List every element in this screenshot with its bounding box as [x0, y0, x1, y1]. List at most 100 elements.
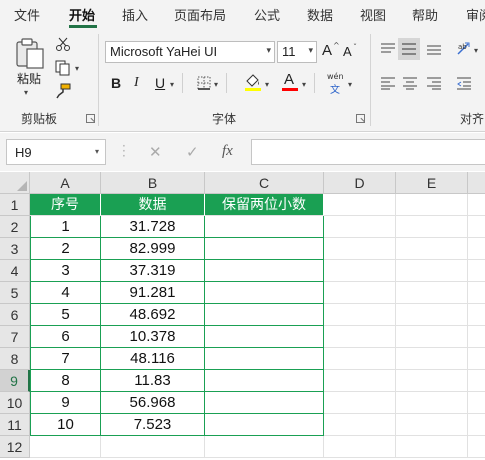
table-cell-b8[interactable]: 48.116 — [101, 348, 205, 370]
cell-c12[interactable] — [205, 436, 324, 458]
cell-f9[interactable] — [468, 370, 485, 392]
cell-d6[interactable] — [324, 304, 396, 326]
cell-e8[interactable] — [396, 348, 468, 370]
tab-data[interactable]: 数据 — [307, 5, 333, 24]
bold-button[interactable]: B — [111, 75, 121, 91]
align-bottom-icon[interactable] — [426, 42, 442, 56]
cell-f12[interactable] — [468, 436, 485, 458]
font-name-combo[interactable]: Microsoft YaHei UI ▾ — [105, 41, 275, 63]
cell-e3[interactable] — [396, 238, 468, 260]
row-header-12[interactable]: 12 — [0, 436, 30, 458]
cell-e12[interactable] — [396, 436, 468, 458]
enter-icon[interactable]: ✓ — [186, 143, 199, 161]
borders-dropdown[interactable]: ▾ — [214, 80, 218, 89]
table-cell-a10[interactable]: 9 — [30, 392, 101, 414]
table-cell-a8[interactable]: 7 — [30, 348, 101, 370]
cell-f10[interactable] — [468, 392, 485, 414]
table-cell-a7[interactable]: 6 — [30, 326, 101, 348]
table-cell-b4[interactable]: 37.319 — [101, 260, 205, 282]
align-right-icon[interactable] — [426, 76, 442, 90]
cell-d12[interactable] — [324, 436, 396, 458]
row-header-6[interactable]: 6 — [0, 304, 30, 326]
cell-e10[interactable] — [396, 392, 468, 414]
underline-button[interactable]: U — [155, 75, 165, 91]
table-cell-c4[interactable] — [205, 260, 324, 282]
format-painter-icon[interactable] — [55, 83, 71, 99]
paste-dropdown[interactable]: ▾ — [24, 88, 28, 97]
cell-e5[interactable] — [396, 282, 468, 304]
table-cell-b5[interactable]: 91.281 — [101, 282, 205, 304]
row-header-3[interactable]: 3 — [0, 238, 30, 260]
column-header-c[interactable]: C — [205, 172, 324, 194]
cell-b12[interactable] — [101, 436, 205, 458]
cell-e11[interactable] — [396, 414, 468, 436]
table-cell-b11[interactable]: 7.523 — [101, 414, 205, 436]
table-cell-a5[interactable]: 4 — [30, 282, 101, 304]
decrease-indent-icon[interactable] — [456, 76, 472, 90]
borders-icon[interactable] — [197, 76, 211, 90]
table-header-cell[interactable]: 序号 — [30, 194, 101, 216]
table-cell-b2[interactable]: 31.728 — [101, 216, 205, 238]
align-middle-button[interactable] — [398, 38, 420, 60]
tab-insert[interactable]: 插入 — [122, 5, 148, 24]
table-cell-b6[interactable]: 48.692 — [101, 304, 205, 326]
cell-d8[interactable] — [324, 348, 396, 370]
row-header-4[interactable]: 4 — [0, 260, 30, 282]
resize-handle-icon[interactable]: · · · — [122, 140, 126, 162]
cut-icon[interactable] — [55, 37, 71, 51]
table-cell-a11[interactable]: 10 — [30, 414, 101, 436]
cell-f5[interactable] — [468, 282, 485, 304]
table-cell-b7[interactable]: 10.378 — [101, 326, 205, 348]
orientation-icon[interactable]: ab — [456, 40, 472, 56]
table-cell-a6[interactable]: 5 — [30, 304, 101, 326]
row-header-11[interactable]: 11 — [0, 414, 30, 436]
table-header-cell[interactable]: 保留两位小数 — [205, 194, 324, 216]
table-cell-a4[interactable]: 3 — [30, 260, 101, 282]
tab-review[interactable]: 审阅 — [466, 5, 485, 24]
cell-f11[interactable] — [468, 414, 485, 436]
cell-f3[interactable] — [468, 238, 485, 260]
table-cell-c7[interactable] — [205, 326, 324, 348]
table-cell-b10[interactable]: 56.968 — [101, 392, 205, 414]
font-size-combo[interactable]: 11 ▾ — [277, 41, 317, 63]
table-cell-b9[interactable]: 11.83 — [101, 370, 205, 392]
align-top-icon[interactable] — [380, 42, 396, 56]
row-header-9[interactable]: 9 — [0, 370, 30, 392]
decrease-font-size-button[interactable]: A — [343, 44, 352, 59]
row-header-10[interactable]: 10 — [0, 392, 30, 414]
row-header-1[interactable]: 1 — [0, 194, 30, 216]
cell-e2[interactable] — [396, 216, 468, 238]
fill-color-dropdown[interactable]: ▾ — [265, 80, 269, 89]
table-cell-c10[interactable] — [205, 392, 324, 414]
underline-dropdown[interactable]: ▾ — [170, 80, 174, 89]
phonetic-guide-button[interactable]: wén — [327, 72, 344, 81]
copy-icon[interactable] — [55, 60, 71, 76]
table-cell-b3[interactable]: 82.999 — [101, 238, 205, 260]
cell-d10[interactable] — [324, 392, 396, 414]
cell-e6[interactable] — [396, 304, 468, 326]
cell-e4[interactable] — [396, 260, 468, 282]
font-launcher-icon[interactable] — [356, 114, 365, 123]
cell-d1[interactable] — [324, 194, 396, 216]
cell-d9[interactable] — [324, 370, 396, 392]
paste-button[interactable] — [14, 36, 46, 70]
cell-e9[interactable] — [396, 370, 468, 392]
column-header-f[interactable] — [468, 172, 485, 194]
table-cell-c8[interactable] — [205, 348, 324, 370]
copy-dropdown[interactable]: ▾ — [75, 64, 79, 73]
font-color-dropdown[interactable]: ▾ — [302, 80, 306, 89]
clipboard-launcher-icon[interactable] — [86, 114, 95, 123]
column-header-d[interactable]: D — [324, 172, 396, 194]
tab-help[interactable]: 帮助 — [412, 5, 438, 24]
table-cell-a9[interactable]: 8 — [30, 370, 101, 392]
orientation-dropdown[interactable]: ▾ — [474, 46, 478, 55]
table-cell-c6[interactable] — [205, 304, 324, 326]
cell-f4[interactable] — [468, 260, 485, 282]
row-header-2[interactable]: 2 — [0, 216, 30, 238]
phonetic-dropdown[interactable]: ▾ — [348, 80, 352, 89]
cell-f2[interactable] — [468, 216, 485, 238]
row-header-8[interactable]: 8 — [0, 348, 30, 370]
increase-font-size-button[interactable]: A — [322, 42, 332, 59]
tab-formulas[interactable]: 公式 — [254, 5, 280, 24]
formula-input[interactable] — [251, 139, 485, 165]
